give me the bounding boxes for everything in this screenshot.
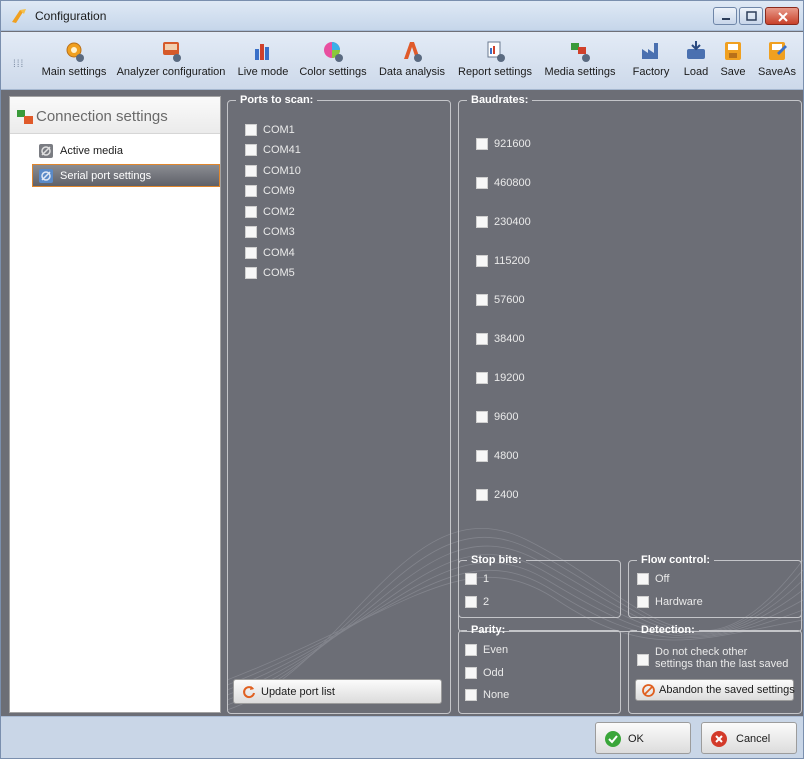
factory-icon — [642, 43, 658, 59]
serial-port-icon — [39, 169, 53, 183]
checkbox[interactable] — [245, 267, 257, 279]
flow-control-legend: Flow control: — [641, 554, 711, 566]
checkbox[interactable] — [245, 165, 257, 177]
checkbox[interactable] — [245, 144, 257, 156]
analysis-icon — [404, 42, 422, 62]
close-circle-icon — [711, 731, 727, 747]
parity-legend: Parity: — [471, 624, 506, 636]
ports-legend: Ports to scan: — [240, 94, 314, 106]
color-settings-button[interactable]: Color settings — [297, 36, 369, 86]
sidebar-title: Connection settings — [36, 108, 168, 125]
load-icon — [687, 41, 705, 59]
checkbox[interactable] — [476, 333, 488, 345]
title-bar: Configuration — [1, 1, 803, 31]
close-button[interactable] — [765, 7, 799, 25]
report-settings-button[interactable]: Report settings — [455, 36, 535, 86]
live-mode-button[interactable]: Live mode — [235, 36, 291, 86]
minimize-button[interactable] — [713, 7, 737, 25]
checkmark-icon — [605, 731, 621, 747]
checkbox[interactable] — [637, 596, 649, 608]
abandon-saved-settings-button[interactable]: Abandon the saved settings — [635, 679, 795, 701]
media-settings-button[interactable]: Media settings — [541, 36, 619, 86]
baudrates-legend: Baudrates: — [471, 94, 529, 106]
window-title: Configuration — [35, 9, 107, 23]
data-analysis-button[interactable]: Data analysis — [375, 36, 449, 86]
update-port-list-button[interactable]: Update port list — [233, 679, 442, 704]
save-icon — [725, 42, 741, 60]
checkbox[interactable] — [476, 255, 488, 267]
stop-bits-legend: Stop bits: — [471, 554, 522, 566]
report-icon — [487, 41, 505, 62]
ok-button[interactable]: OK — [595, 722, 691, 754]
checkbox[interactable] — [245, 185, 257, 197]
ports-to-scan-group: Ports to scan: — [227, 94, 451, 714]
color-wheel-icon — [324, 42, 343, 62]
load-button[interactable]: Load — [679, 36, 713, 86]
gear-icon — [66, 42, 84, 62]
toolbar: ⁞⁞⁞ Main settings Analyzer configuration — [1, 32, 803, 90]
main-content: Connection settings Active media Serial … — [1, 90, 803, 716]
maximize-button[interactable] — [739, 7, 763, 25]
sidebar-header: Connection settings — [10, 97, 220, 134]
detection-legend: Detection: — [641, 624, 695, 636]
checkbox[interactable] — [465, 596, 477, 608]
cancel-circle-icon — [642, 684, 655, 697]
configuration-window: Configuration ⁞⁞⁞ Main settings Analyzer… — [0, 0, 804, 759]
checkbox[interactable] — [476, 177, 488, 189]
refresh-icon — [243, 686, 255, 699]
stop-bits-group: Stop bits: — [458, 554, 621, 618]
analyzer-configuration-button[interactable]: Analyzer configuration — [115, 36, 227, 86]
checkbox[interactable] — [476, 138, 488, 150]
checkbox[interactable] — [637, 573, 649, 585]
checkbox[interactable] — [465, 667, 477, 679]
checkbox[interactable] — [476, 489, 488, 501]
checkbox[interactable] — [476, 294, 488, 306]
checkbox[interactable] — [245, 247, 257, 259]
main-settings-button[interactable]: Main settings — [37, 36, 111, 86]
media-toggle-icon — [39, 144, 53, 158]
bar-chart-icon — [255, 44, 269, 60]
checkbox[interactable] — [245, 226, 257, 238]
save-as-icon — [769, 42, 787, 60]
sidebar-item-active-media[interactable]: Active media — [32, 139, 220, 162]
baudrates-group: Baudrates: — [458, 94, 802, 632]
checkbox[interactable] — [465, 689, 477, 701]
toolbar-grip[interactable]: ⁞⁞⁞ — [13, 59, 24, 70]
checkbox[interactable] — [465, 644, 477, 656]
factory-button[interactable]: Factory — [629, 36, 673, 86]
checkbox[interactable] — [476, 411, 488, 423]
checkbox[interactable] — [245, 206, 257, 218]
cancel-button[interactable]: Cancel — [701, 722, 797, 754]
checkbox[interactable] — [476, 216, 488, 228]
save-button[interactable]: Save — [717, 36, 749, 86]
footer-bar: OK Cancel — [1, 716, 803, 758]
checkbox[interactable] — [245, 124, 257, 136]
checkbox[interactable] — [476, 372, 488, 384]
media-icon — [571, 43, 590, 62]
checkbox[interactable] — [637, 654, 649, 666]
app-logo-icon — [12, 9, 26, 23]
flow-control-group: Flow control: — [628, 554, 802, 618]
analyzer-icon — [163, 42, 181, 62]
save-as-button[interactable]: SaveAs — [755, 36, 799, 86]
sidebar-item-serial-port-settings[interactable]: Serial port settings — [32, 164, 220, 187]
sidebar: Connection settings Active media Serial … — [9, 96, 221, 713]
checkbox[interactable] — [465, 573, 477, 585]
checkbox[interactable] — [476, 450, 488, 462]
connection-icon — [17, 110, 33, 124]
